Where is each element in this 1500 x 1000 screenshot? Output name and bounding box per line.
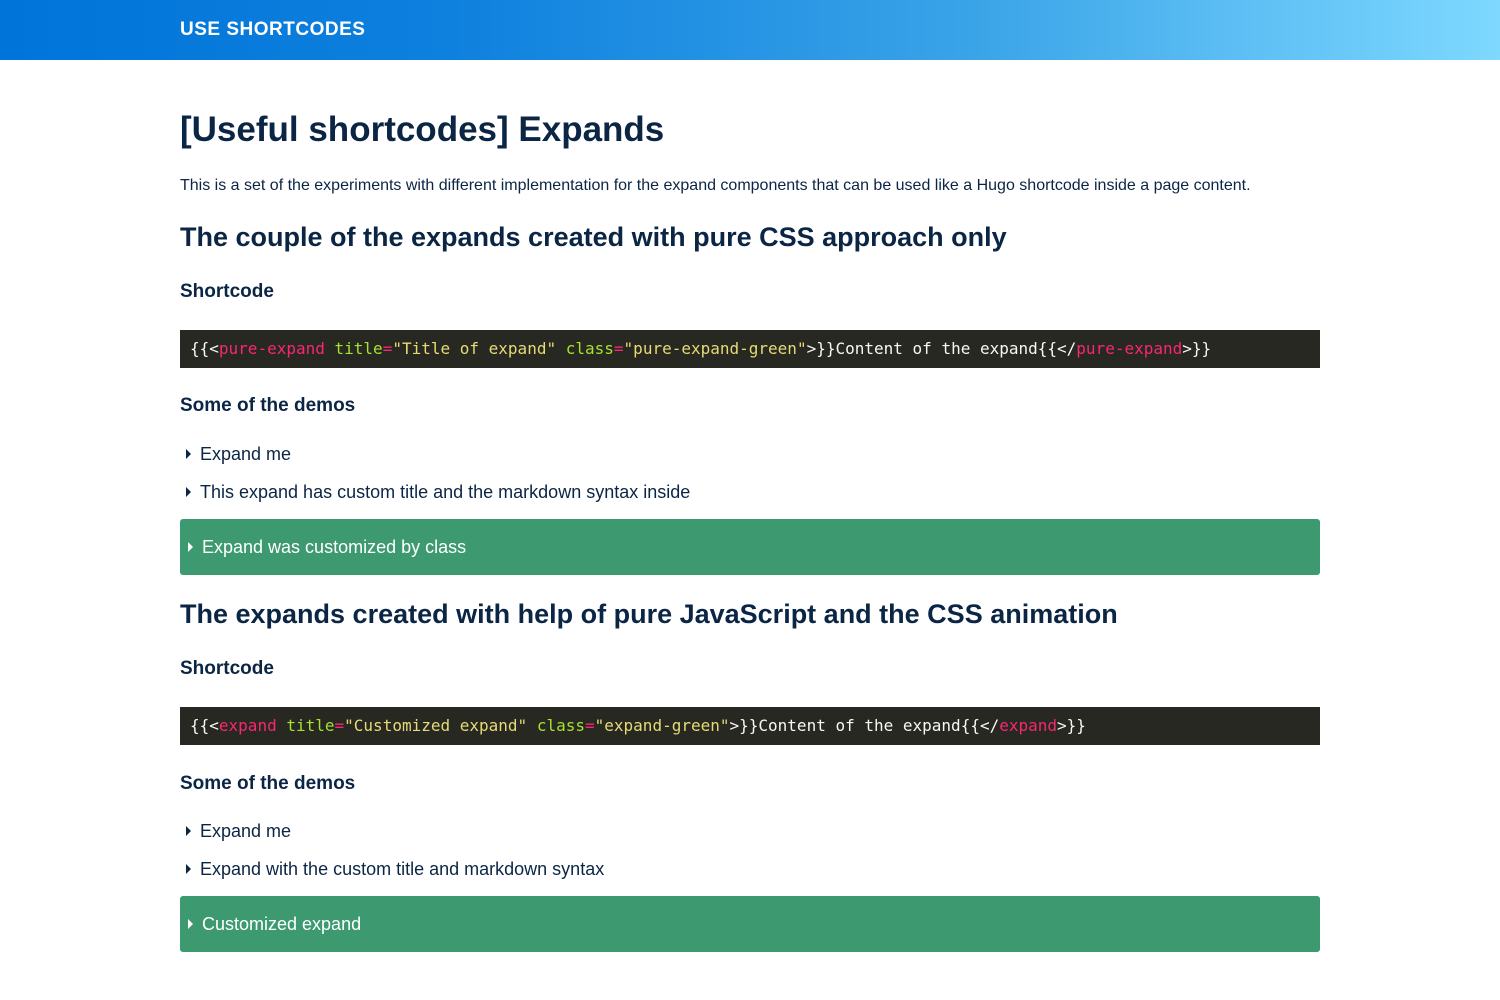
caret-right-icon	[186, 487, 191, 497]
expand-title: Expand was customized by class	[202, 537, 467, 557]
code-tag: expand	[218, 716, 277, 735]
expand-toggle[interactable]: Expand me	[186, 442, 291, 466]
code-token: >}}	[1182, 339, 1212, 358]
caret-right-icon	[186, 449, 191, 459]
code-string: "pure-expand-green"	[623, 339, 807, 358]
code-tag: expand	[999, 716, 1058, 735]
code-attr: class	[565, 339, 614, 358]
caret-right-icon	[186, 864, 191, 874]
expand-toggle[interactable]: Expand me	[186, 819, 291, 843]
code-tag: pure-expand	[218, 339, 325, 358]
code-block-pure-expand: {{<pure-expand title="Title of expand" c…	[180, 330, 1320, 368]
code-token: {{<	[190, 716, 219, 735]
code-eq: =	[382, 339, 393, 358]
site-header: USE SHORTCODES	[0, 0, 1500, 60]
expand-title: Expand with the custom title and markdow…	[200, 859, 605, 879]
code-string: "expand-green"	[594, 716, 730, 735]
code-attr: title	[286, 716, 335, 735]
code-string: "Customized expand"	[344, 716, 528, 735]
expand-green-toggle[interactable]: Expand was customized by class	[180, 519, 1320, 575]
expand-title: Expand me	[200, 821, 292, 841]
page-title: [Useful shortcodes] Expands	[180, 110, 665, 149]
code-eq: =	[585, 716, 595, 735]
code-attr: class	[536, 716, 585, 735]
section-heading-javascript: The expands created with help of pure Ja…	[180, 599, 1118, 629]
expand-toggle[interactable]: Expand with the custom title and markdow…	[186, 857, 604, 881]
site-title-link[interactable]: USE SHORTCODES	[180, 17, 365, 43]
expand-toggle[interactable]: This expand has custom title and the mar…	[186, 480, 690, 504]
expand-green-toggle[interactable]: Customized expand	[180, 896, 1320, 952]
code-token: >}}	[1057, 716, 1086, 735]
shortcode-heading: Shortcode	[180, 658, 274, 679]
shortcode-heading: Shortcode	[180, 281, 274, 302]
code-attr: title	[334, 339, 383, 358]
demos-heading: Some of the demos	[180, 773, 356, 794]
demos-heading: Some of the demos	[180, 395, 356, 416]
code-token: {{<	[190, 339, 219, 358]
code-eq: =	[613, 339, 624, 358]
caret-right-icon	[188, 542, 193, 552]
expand-title: This expand has custom title and the mar…	[200, 482, 691, 502]
intro-paragraph: This is a set of the experiments with di…	[180, 177, 1251, 194]
section-heading-pure-css: The couple of the expands created with p…	[180, 222, 1007, 252]
code-token: >}}Content of the expand{{</	[729, 716, 1000, 735]
caret-right-icon	[186, 826, 191, 836]
code-block-expand: {{<expand title="Customized expand" clas…	[180, 707, 1320, 745]
expand-title: Expand me	[200, 444, 292, 464]
expand-title: Customized expand	[202, 914, 362, 934]
code-string: "Title of expand"	[392, 339, 557, 358]
code-tag: pure-expand	[1076, 339, 1183, 358]
code-token: >}}Content of the expand{{</	[806, 339, 1077, 358]
code-eq: =	[334, 716, 345, 735]
caret-right-icon	[188, 919, 193, 929]
